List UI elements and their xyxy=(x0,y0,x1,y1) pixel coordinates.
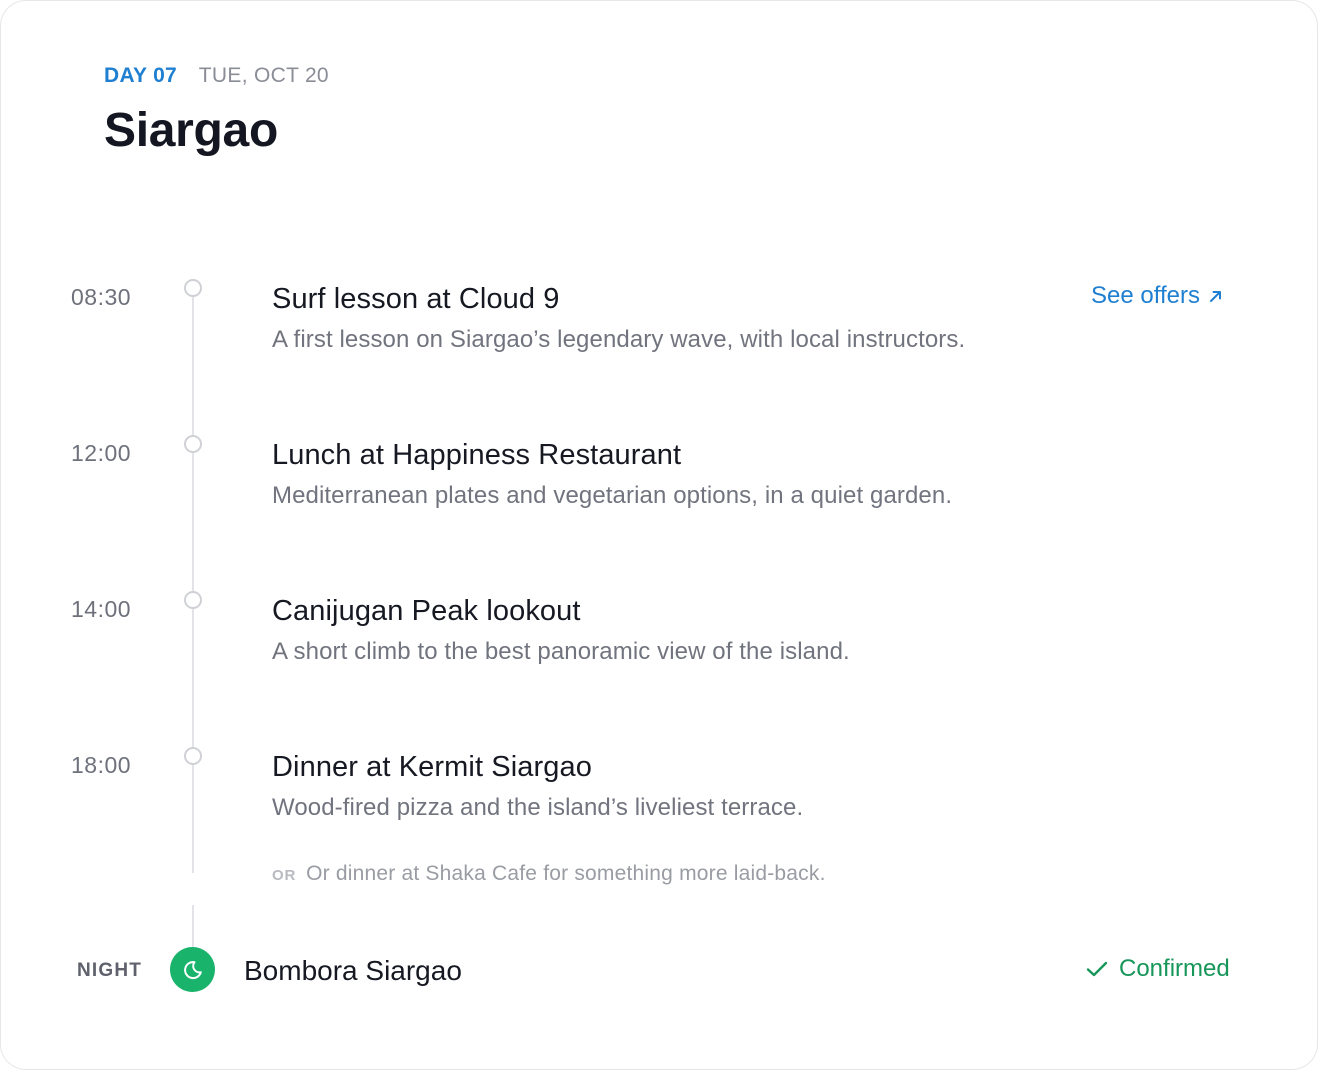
event-time: 18:00 xyxy=(71,752,132,778)
timeline-event-surf-lesson: 08:30 Surf lesson at Cloud 9 A first les… xyxy=(1,279,1320,433)
timeline-event-lookout: 14:00 Canijugan Peak lookout A short cli… xyxy=(1,591,1320,745)
alternative-text: Or dinner at Shaka Cafe for something mo… xyxy=(306,862,826,885)
timeline-dot xyxy=(184,747,202,765)
page-title: Siargao xyxy=(104,104,278,157)
arrow-up-right-icon xyxy=(1209,291,1221,302)
event-title: Lunch at Happiness Restaurant xyxy=(272,439,682,471)
itinerary-day-card: DAY 07 TUE, OCT 20 Siargao 08:30 Surf le… xyxy=(0,0,1318,1070)
event-description: Wood-fired pizza and the island’s liveli… xyxy=(272,794,804,821)
timeline-event-lunch: 12:00 Lunch at Happiness Restaurant Medi… xyxy=(1,435,1320,589)
see-offers-label: See offers xyxy=(1091,282,1200,309)
day-date: TUE, OCT 20 xyxy=(198,64,329,87)
see-offers-link[interactable]: See offers xyxy=(1091,281,1224,311)
booking-status: Confirmed xyxy=(1085,954,1230,984)
event-title: Dinner at Kermit Siargao xyxy=(272,751,592,783)
timeline-dot xyxy=(184,435,202,453)
dinner-alternative: OR Or dinner at Shaka Cafe for something … xyxy=(272,861,826,889)
accommodation-name: Bombora Siargao xyxy=(244,955,462,986)
event-title: Canijugan Peak lookout xyxy=(272,595,581,627)
day-number: DAY 07 xyxy=(104,64,178,87)
check-icon xyxy=(1086,961,1108,977)
night-badge xyxy=(170,947,215,992)
event-time: 12:00 xyxy=(71,440,132,466)
timeline-rail-night xyxy=(192,905,194,949)
day-meta: DAY 07 TUE, OCT 20 xyxy=(104,63,329,89)
alternative-prefix: OR xyxy=(272,867,297,884)
timeline-dot xyxy=(184,591,202,609)
status-label: Confirmed xyxy=(1119,955,1230,982)
night-label: NIGHT xyxy=(77,960,143,981)
event-time: 14:00 xyxy=(71,596,132,622)
event-description: A first lesson on Siargao’s legendary wa… xyxy=(272,326,966,353)
event-description: A short climb to the best panoramic view… xyxy=(272,638,850,665)
timeline-dot xyxy=(184,279,202,297)
event-time: 08:30 xyxy=(71,284,132,310)
moon-icon xyxy=(183,960,202,979)
event-title: Surf lesson at Cloud 9 xyxy=(272,283,560,315)
event-description: Mediterranean plates and vegetarian opti… xyxy=(272,482,953,509)
